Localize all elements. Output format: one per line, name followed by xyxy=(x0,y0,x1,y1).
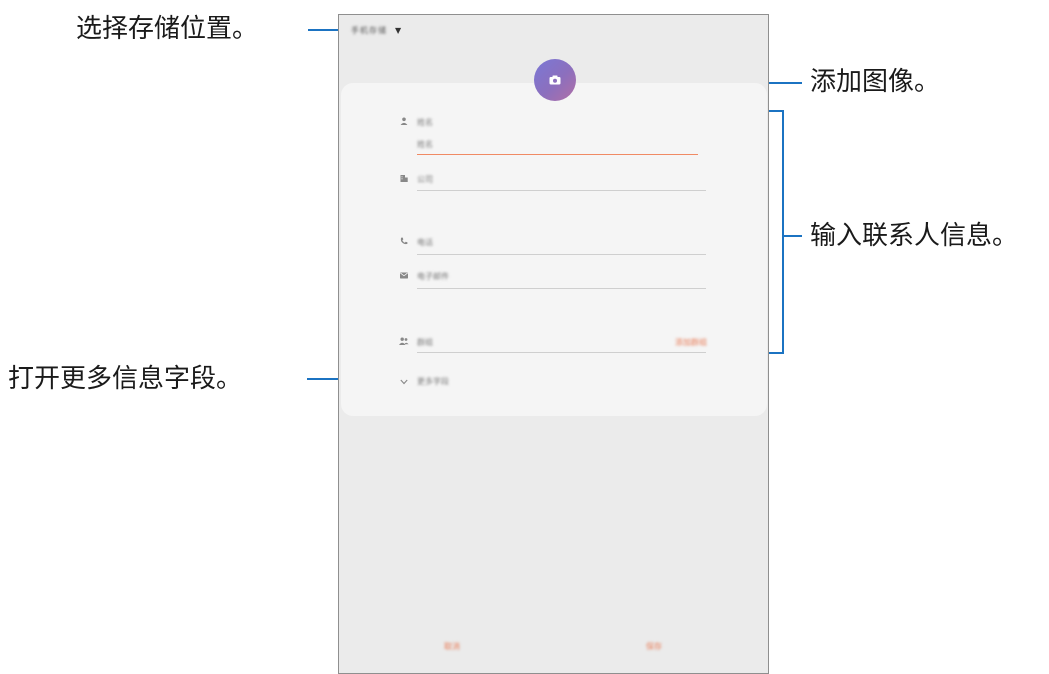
camera-icon xyxy=(549,75,561,85)
name-field-label: 姓名 xyxy=(417,118,433,127)
add-group-button[interactable]: 添加群组 xyxy=(675,337,707,348)
email-underline xyxy=(417,288,706,289)
callout-image: 添加图像。 xyxy=(810,67,941,97)
callout-more-fields: 打开更多信息字段。 xyxy=(8,364,243,394)
envelope-icon xyxy=(399,270,409,280)
building-icon xyxy=(399,173,409,183)
name-input[interactable]: 姓名 xyxy=(417,139,433,150)
save-button[interactable]: 保存 xyxy=(646,641,662,652)
company-underline xyxy=(417,190,706,191)
more-fields-button[interactable]: 更多字段 xyxy=(417,376,449,387)
group-input[interactable]: 群组 xyxy=(417,337,433,348)
company-input[interactable]: 公司 xyxy=(417,174,433,185)
person-icon xyxy=(399,116,409,126)
callout-contact-info: 输入联系人信息。 xyxy=(810,221,1019,251)
phone-icon xyxy=(399,236,409,246)
email-input[interactable]: 电子邮件 xyxy=(417,271,449,282)
name-underline xyxy=(417,154,698,155)
chevron-down-icon xyxy=(399,377,409,387)
callout-contact-line xyxy=(784,235,802,237)
contact-form-card: 姓名 姓名 公司 电话 电子邮件 群组 添加群组 更多字段 xyxy=(341,83,767,416)
storage-label: 手机存储 xyxy=(351,26,387,35)
caret-down-icon: ▼ xyxy=(395,26,402,35)
cancel-button[interactable]: 取消 xyxy=(444,641,460,652)
phone-input[interactable]: 电话 xyxy=(417,237,433,248)
storage-selector[interactable]: 手机存储 ▼ xyxy=(351,25,401,36)
phone-underline xyxy=(417,254,706,255)
callout-storage: 选择存储位置。 xyxy=(76,14,259,44)
add-image-button[interactable] xyxy=(534,59,576,101)
phone-screen: 手机存储 ▼ 姓名 姓名 公司 电话 电子邮件 群组 添加群组 更多字段 取消 … xyxy=(338,14,769,674)
group-underline xyxy=(417,352,706,353)
group-icon xyxy=(399,336,409,346)
